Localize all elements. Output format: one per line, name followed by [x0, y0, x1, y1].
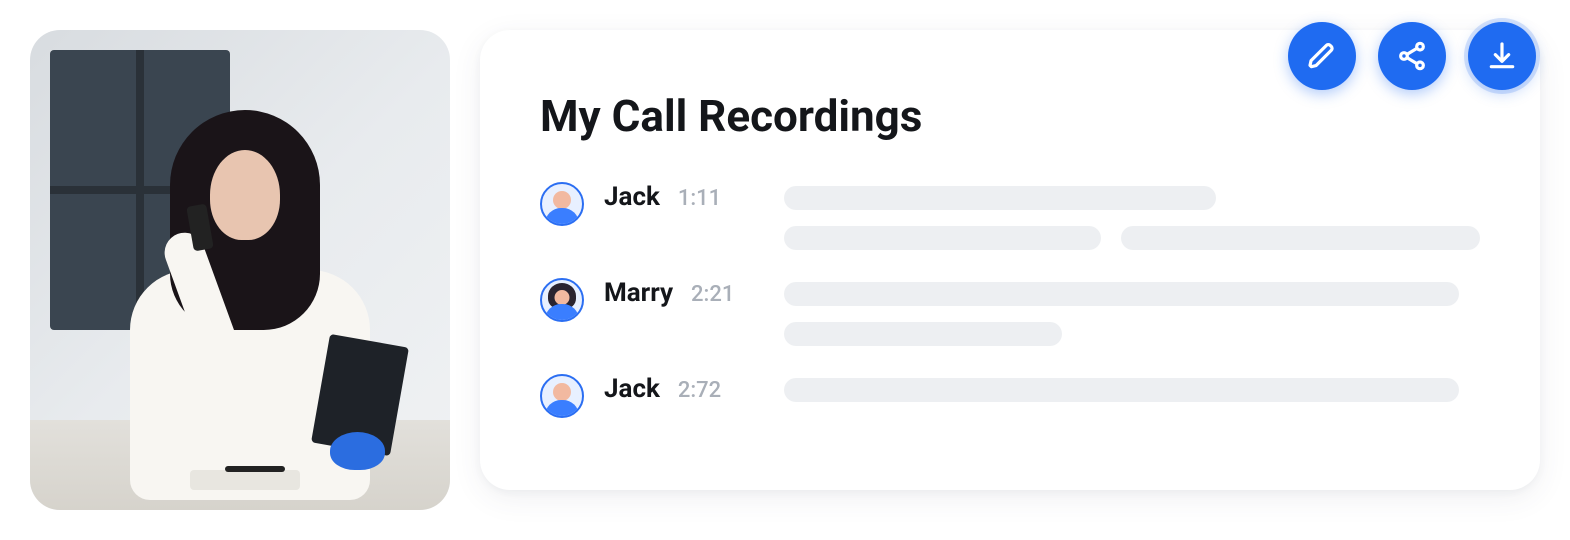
recording-name: Jack: [604, 374, 660, 404]
app-root: My Call Recordings Jack 1:11 Marry 2:21: [0, 0, 1570, 540]
photo-scene: [30, 30, 450, 510]
pencil-icon: [1306, 40, 1338, 72]
recording-row[interactable]: Jack 2:72: [540, 374, 1480, 418]
avatar: [540, 278, 584, 322]
action-buttons: [1288, 22, 1536, 90]
recording-meta: Marry 2:21: [604, 278, 764, 308]
recording-time: 2:72: [678, 378, 721, 403]
share-icon: [1396, 40, 1428, 72]
recording-meta: Jack 2:72: [604, 374, 764, 404]
recording-preview: [784, 278, 1480, 346]
recording-row[interactable]: Jack 1:11: [540, 182, 1480, 250]
avatar: [540, 374, 584, 418]
recordings-card: My Call Recordings Jack 1:11 Marry 2:21: [480, 30, 1540, 490]
share-button[interactable]: [1378, 22, 1446, 90]
profile-photo: [30, 30, 450, 510]
recording-name: Marry: [604, 278, 673, 308]
recording-row[interactable]: Marry 2:21: [540, 278, 1480, 346]
avatar: [540, 182, 584, 226]
edit-button[interactable]: [1288, 22, 1356, 90]
card-title: My Call Recordings: [540, 90, 1480, 142]
recording-time: 1:11: [678, 186, 721, 211]
download-icon: [1486, 40, 1518, 72]
recording-name: Jack: [604, 182, 660, 212]
recording-time: 2:21: [691, 282, 734, 307]
download-button[interactable]: [1468, 22, 1536, 90]
recording-meta: Jack 1:11: [604, 182, 764, 212]
recording-preview: [784, 374, 1480, 402]
recording-preview: [784, 182, 1480, 250]
